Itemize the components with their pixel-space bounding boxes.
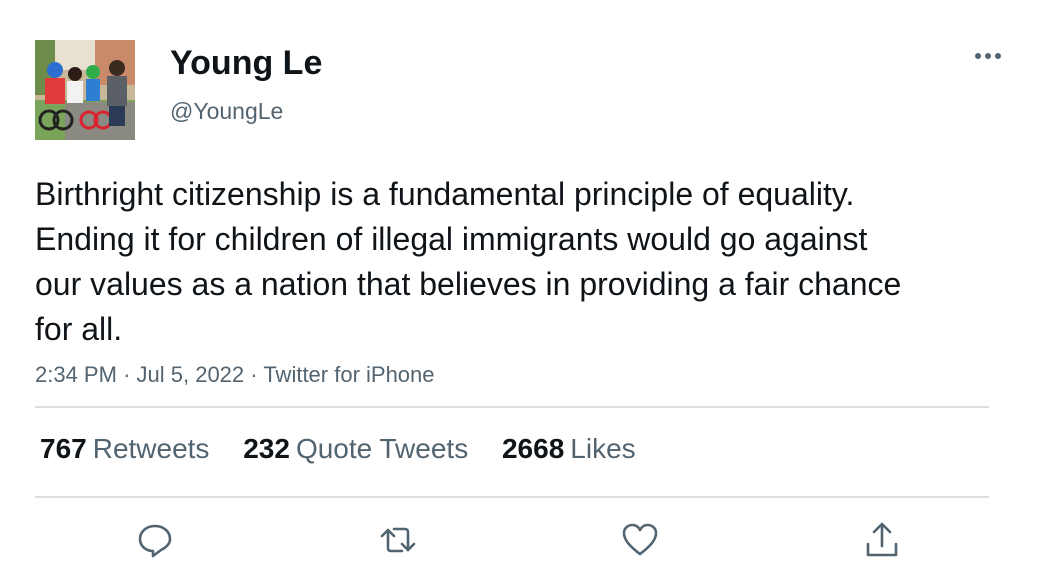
retweets-stat[interactable]: 767 Retweets — [40, 432, 209, 466]
avatar[interactable] — [35, 40, 135, 140]
tweet-meta: 2:34 PM · Jul 5, 2022 · Twitter for iPho… — [35, 361, 435, 389]
quote-tweets-count: 232 — [243, 433, 290, 464]
likes-count: 2668 — [501, 433, 565, 464]
divider — [35, 496, 989, 498]
meta-separator: · — [123, 362, 131, 387]
retweets-label: Retweets — [92, 433, 210, 464]
tweet-date[interactable]: Jul 5, 2022 — [137, 362, 245, 387]
likes-stat[interactable]: 2668 Likes — [502, 432, 636, 466]
like-button[interactable] — [618, 518, 662, 562]
meta-separator: · — [250, 362, 258, 387]
reply-icon — [138, 524, 172, 558]
tweet-text: Birthright citizenship is a fundamental … — [35, 176, 902, 347]
share-button[interactable] — [860, 518, 904, 562]
more-options-icon — [975, 53, 1001, 59]
quote-tweets-stat[interactable]: 232 Quote Tweets — [243, 432, 468, 466]
retweet-button[interactable] — [376, 518, 420, 562]
likes-label: Likes — [570, 433, 636, 464]
family-photo-avatar-icon — [35, 40, 135, 140]
share-icon — [866, 522, 898, 557]
retweets-count: 767 — [40, 433, 87, 464]
retweet-icon — [380, 527, 416, 553]
author-handle[interactable]: @YoungLe — [170, 96, 283, 126]
reply-button[interactable] — [133, 518, 177, 562]
tweet-detail: Young Le @YoungLe Birthright citizenship… — [0, 0, 1050, 570]
divider — [35, 406, 989, 408]
quote-tweets-label: Quote Tweets — [295, 433, 469, 464]
tweet-time[interactable]: 2:34 PM — [35, 362, 117, 387]
tweet-actions — [0, 518, 1050, 562]
more-options-button[interactable] — [968, 44, 1008, 68]
tweet-source[interactable]: Twitter for iPhone — [263, 362, 434, 387]
heart-icon — [622, 523, 658, 556]
tweet-stats: 767 Retweets 232 Quote Tweets 2668 Likes — [40, 432, 662, 466]
author-display-name[interactable]: Young Le — [170, 43, 322, 83]
